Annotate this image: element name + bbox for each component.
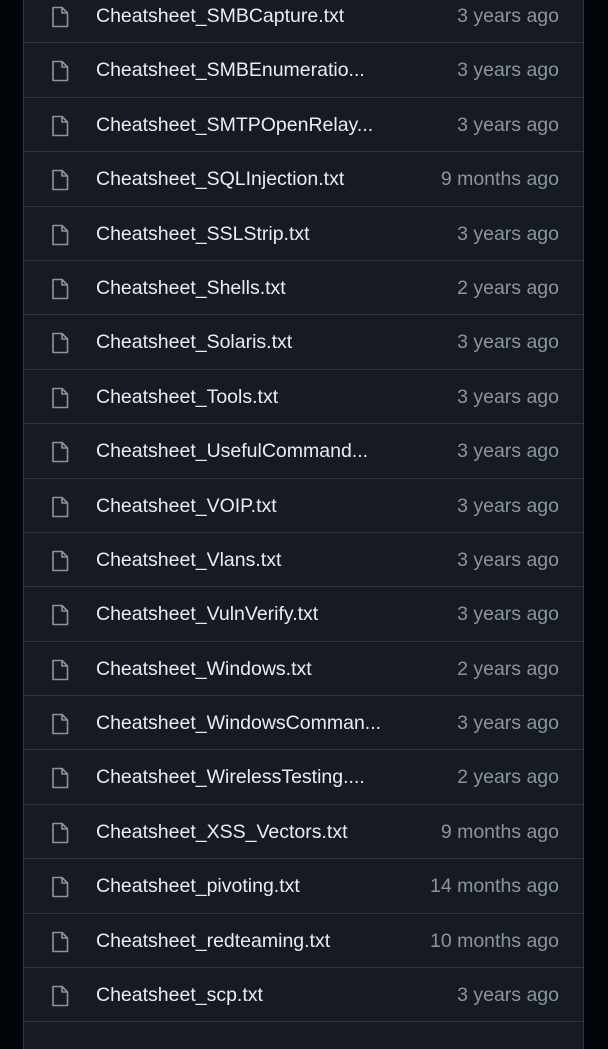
- file-commit-age: 2 years ago: [457, 657, 559, 680]
- file-commit-age: 3 years ago: [457, 113, 559, 136]
- file-commit-age: 3 years ago: [457, 494, 559, 517]
- file-name-link[interactable]: Cheatsheet_Vlans.txt: [96, 548, 281, 572]
- file-icon: [51, 115, 69, 137]
- file-row[interactable]: Cheatsheet_SMBEnumeratio... 3 years ago: [24, 43, 583, 98]
- file-name-link[interactable]: Cheatsheet_redteaming.txt: [96, 929, 330, 953]
- file-commit-age: 3 years ago: [457, 603, 559, 626]
- file-icon: [51, 767, 69, 789]
- file-row[interactable]: Cheatsheet_redteaming.txt 10 months ago: [24, 914, 583, 969]
- file-commit-age: 3 years ago: [457, 548, 559, 571]
- file-name-link[interactable]: Cheatsheet_WirelessTesting....: [96, 765, 365, 789]
- file-commit-age: 2 years ago: [457, 276, 559, 299]
- file-name-link[interactable]: Cheatsheet_SMBEnumeratio...: [96, 58, 365, 82]
- file-icon: [51, 876, 69, 898]
- file-icon: [51, 604, 69, 626]
- file-row[interactable]: Cheatsheet_Vlans.txt 3 years ago: [24, 533, 583, 588]
- file-row[interactable]: Cheatsheet_WindowsComman... 3 years ago: [24, 696, 583, 751]
- file-commit-age: 14 months ago: [429, 875, 559, 898]
- file-row[interactable]: Cheatsheet_SMTPOpenRelay... 3 years ago: [24, 98, 583, 153]
- file-row[interactable]: Cheatsheet_VulnVerify.txt 3 years ago: [24, 587, 583, 642]
- file-row[interactable]: Cheatsheet_UsefulCommand... 3 years ago: [24, 424, 583, 479]
- file-icon: [51, 6, 69, 28]
- file-icon: [51, 441, 69, 463]
- file-commit-age: 3 years ago: [457, 385, 559, 408]
- file-row[interactable]: Cheatsheet_SQLInjection.txt 9 months ago: [24, 152, 583, 207]
- file-name-link[interactable]: Cheatsheet_SMTPOpenRelay...: [96, 113, 373, 137]
- file-name-link[interactable]: Cheatsheet_XSS_Vectors.txt: [96, 820, 347, 844]
- file-row[interactable]: Cheatsheet_Solaris.txt 3 years ago: [24, 315, 583, 370]
- file-commit-age: 3 years ago: [457, 5, 559, 27]
- file-row[interactable]: Cheatsheet_SSLStrip.txt 3 years ago: [24, 207, 583, 261]
- file-name-link[interactable]: Cheatsheet_VOIP.txt: [96, 494, 277, 518]
- file-row[interactable]: Cheatsheet_Windows.txt 2 years ago: [24, 642, 583, 697]
- file-name-link[interactable]: Cheatsheet_VulnVerify.txt: [96, 602, 318, 626]
- file-commit-age: 3 years ago: [457, 712, 559, 735]
- file-icon: [51, 550, 69, 572]
- file-icon: [51, 713, 69, 735]
- file-name-link[interactable]: Cheatsheet_scp.txt: [96, 983, 263, 1007]
- file-icon: [51, 224, 69, 246]
- file-row[interactable]: Cheatsheet_XSS_Vectors.txt 9 months ago: [24, 805, 583, 860]
- file-icon: [51, 332, 69, 354]
- file-name-link[interactable]: Cheatsheet_Shells.txt: [96, 276, 286, 300]
- file-name-link[interactable]: Cheatsheet_WindowsComman...: [96, 711, 381, 735]
- file-row[interactable]: Cheatsheet_Shells.txt 2 years ago: [24, 261, 583, 316]
- file-row[interactable]: Cheatsheet_SMBCapture.txt 3 years ago: [24, 0, 583, 44]
- file-row[interactable]: Cheatsheet_VOIP.txt 3 years ago: [24, 479, 583, 533]
- file-commit-age: 10 months ago: [429, 929, 559, 952]
- file-commit-age: 2 years ago: [457, 766, 559, 789]
- file-commit-age: 3 years ago: [457, 440, 559, 463]
- file-name-link[interactable]: Cheatsheet_Solaris.txt: [96, 330, 292, 354]
- file-icon: [51, 931, 69, 953]
- file-name-link[interactable]: Cheatsheet_UsefulCommand...: [96, 439, 368, 463]
- file-icon: [51, 659, 69, 681]
- file-icon: [51, 169, 69, 191]
- file-name-link[interactable]: Cheatsheet_Windows.txt: [96, 657, 312, 681]
- file-commit-age: 3 years ago: [457, 984, 559, 1007]
- file-row[interactable]: Cheatsheet_Tools.txt 3 years ago: [24, 370, 583, 425]
- file-icon: [51, 60, 69, 82]
- file-name-link[interactable]: Cheatsheet_SMBCapture.txt: [96, 4, 344, 28]
- file-commit-age: 3 years ago: [457, 331, 559, 354]
- file-commit-age: 3 years ago: [457, 222, 559, 245]
- file-icon: [51, 496, 69, 518]
- file-commit-age: 9 months ago: [440, 820, 559, 843]
- file-icon: [51, 278, 69, 300]
- file-name-link[interactable]: Cheatsheet_pivoting.txt: [96, 874, 300, 898]
- file-icon: [51, 387, 69, 409]
- file-row[interactable]: Cheatsheet_scp.txt 3 years ago: [24, 968, 583, 1023]
- file-name-link[interactable]: Cheatsheet_SQLInjection.txt: [96, 167, 344, 191]
- file-row[interactable]: Cheatsheet_WirelessTesting.... 2 years a…: [24, 750, 583, 805]
- file-name-link[interactable]: Cheatsheet_SSLStrip.txt: [96, 222, 310, 246]
- file-list: Cheatsheet_SMBCapture.txt 3 years ago Ch…: [23, 0, 584, 1049]
- file-commit-age: 9 months ago: [440, 168, 559, 191]
- file-row[interactable]: Cheatsheet_pivoting.txt 14 months ago: [24, 859, 583, 914]
- file-commit-age: 3 years ago: [457, 59, 559, 82]
- file-name-link[interactable]: Cheatsheet_Tools.txt: [96, 385, 278, 409]
- file-icon: [51, 985, 69, 1007]
- file-icon: [51, 822, 69, 844]
